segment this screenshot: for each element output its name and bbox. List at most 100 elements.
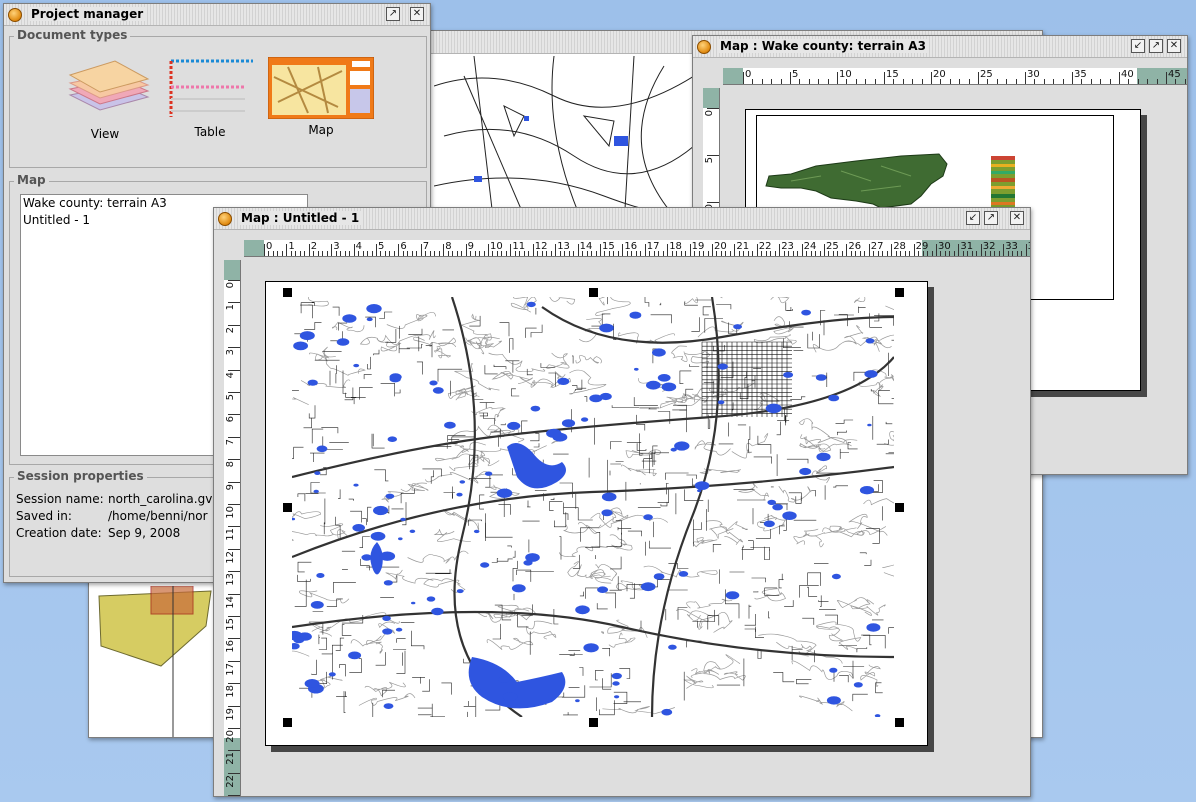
street-line — [336, 691, 347, 697]
ruler-minor-tick — [774, 251, 776, 256]
pond — [336, 338, 350, 346]
ruler-tick — [1003, 244, 1005, 256]
street-line — [888, 627, 894, 634]
street-line — [529, 631, 532, 655]
street-line — [396, 650, 406, 674]
street-line — [530, 433, 540, 442]
project-manager-titlebar[interactable]: Project manager ↗ ✕ — [4, 4, 430, 26]
street-line — [615, 520, 622, 535]
street-line — [820, 310, 826, 326]
street-line — [549, 501, 563, 511]
contour-line — [609, 534, 633, 551]
ruler-tick-label: 18 — [225, 685, 236, 698]
street-line — [394, 389, 401, 394]
street-line — [335, 365, 337, 384]
street-line — [596, 603, 608, 610]
ruler-tick — [555, 244, 557, 256]
contour-line — [308, 297, 329, 307]
ruler-minor-tick — [1006, 79, 1008, 84]
maximize-icon[interactable]: ↗ — [984, 211, 998, 225]
ruler-tick-label: 21 — [225, 752, 236, 766]
close-icon[interactable]: ✕ — [410, 7, 424, 21]
ruler-minor-tick — [1147, 79, 1149, 84]
ruler-minor-tick — [1184, 79, 1186, 84]
resize-handle-middle-left[interactable] — [283, 503, 292, 512]
pond — [293, 636, 305, 644]
minimize-icon[interactable]: ↙ — [966, 211, 980, 225]
street-line — [509, 338, 514, 353]
ruler-minor-tick — [827, 79, 829, 84]
street-line — [802, 617, 815, 625]
ruler-tick — [228, 772, 240, 774]
map-untitled-page[interactable] — [265, 281, 928, 746]
resize-handle-top-center[interactable] — [589, 288, 598, 297]
pond — [382, 628, 393, 635]
ruler-minor-tick — [806, 251, 808, 256]
street-line — [485, 705, 501, 711]
map-wake-titlebar[interactable]: Map : Wake county: terrain A3 ↙ ↗ ✕ — [693, 36, 1187, 58]
pond — [304, 679, 320, 688]
pond — [697, 489, 702, 492]
resize-handle-middle-right[interactable] — [895, 503, 904, 512]
street-line — [833, 485, 848, 488]
resize-handle-top-left[interactable] — [283, 288, 292, 297]
ruler-minor-tick — [909, 251, 911, 256]
map-list-label: Map — [14, 173, 49, 187]
resize-handle-top-right[interactable] — [895, 288, 904, 297]
ruler-tick — [228, 459, 240, 461]
ruler-tick — [891, 244, 893, 256]
street-line — [657, 489, 669, 503]
ruler-minor-tick — [855, 251, 857, 256]
contour-line — [471, 407, 506, 421]
pond — [853, 682, 863, 688]
street-line — [839, 675, 849, 683]
ruler-minor-tick — [1012, 251, 1014, 256]
ruler-minor-tick — [765, 251, 767, 256]
minimize-icon[interactable]: ↙ — [1131, 39, 1145, 53]
street-line — [751, 577, 766, 583]
ruler-minor-tick — [918, 251, 920, 256]
project-manager-title: Project manager — [28, 7, 147, 21]
close-icon[interactable]: ✕ — [1167, 39, 1181, 53]
ruler-tick — [228, 571, 240, 573]
ruler-minor-tick — [281, 251, 283, 256]
doc-type-map[interactable]: Map — [268, 57, 378, 147]
resize-handle-bottom-center[interactable] — [589, 718, 598, 727]
ruler-minor-tick — [456, 251, 458, 256]
session-properties-label: Session properties — [14, 469, 147, 483]
ruler-tick — [779, 244, 781, 256]
street-line — [332, 306, 340, 316]
close-icon[interactable]: ✕ — [1010, 211, 1024, 225]
map-untitled-window[interactable]: Map : Untitled - 1 ↙ ↗ ✕ 0 1 2 3 4 5 6 7 8 9 10 11 1… — [213, 207, 1031, 797]
maximize-icon[interactable]: ↗ — [1149, 39, 1163, 53]
ruler-minor-tick — [1109, 79, 1111, 84]
pond — [864, 370, 878, 378]
ruler-minor-tick — [452, 251, 454, 256]
ruler-minor-tick — [1007, 251, 1009, 256]
road-network-map[interactable] — [292, 297, 894, 717]
street-line — [396, 638, 406, 643]
contour-line — [559, 545, 608, 558]
resize-handle-bottom-right[interactable] — [895, 718, 904, 727]
contour-line — [455, 385, 480, 397]
ruler-minor-tick — [770, 251, 772, 256]
pond — [383, 703, 394, 709]
map-wake-horizontal-ruler: 0 5 10 15 20 25 30 35 40 45 — [723, 68, 1187, 85]
street-line — [554, 512, 567, 528]
ruler-tick-label: 20 — [225, 730, 236, 743]
ruler-minor-tick — [326, 251, 328, 256]
map-untitled-titlebar[interactable]: Map : Untitled - 1 ↙ ↗ ✕ — [214, 208, 1030, 230]
ruler-minor-tick — [322, 251, 324, 256]
street-line — [367, 506, 372, 522]
doc-type-table[interactable]: Table — [165, 55, 255, 145]
street-line — [362, 518, 367, 526]
ruler-minor-tick — [944, 251, 946, 256]
ruler-minor-tick — [850, 251, 852, 256]
ruler-minor-tick — [927, 251, 929, 256]
street-line — [499, 322, 510, 337]
doc-type-view[interactable]: View — [60, 55, 150, 145]
resize-handle-bottom-left[interactable] — [283, 718, 292, 727]
maximize-icon[interactable]: ↗ — [386, 7, 400, 21]
ruler-minor-tick — [940, 79, 942, 84]
pond — [557, 377, 570, 385]
